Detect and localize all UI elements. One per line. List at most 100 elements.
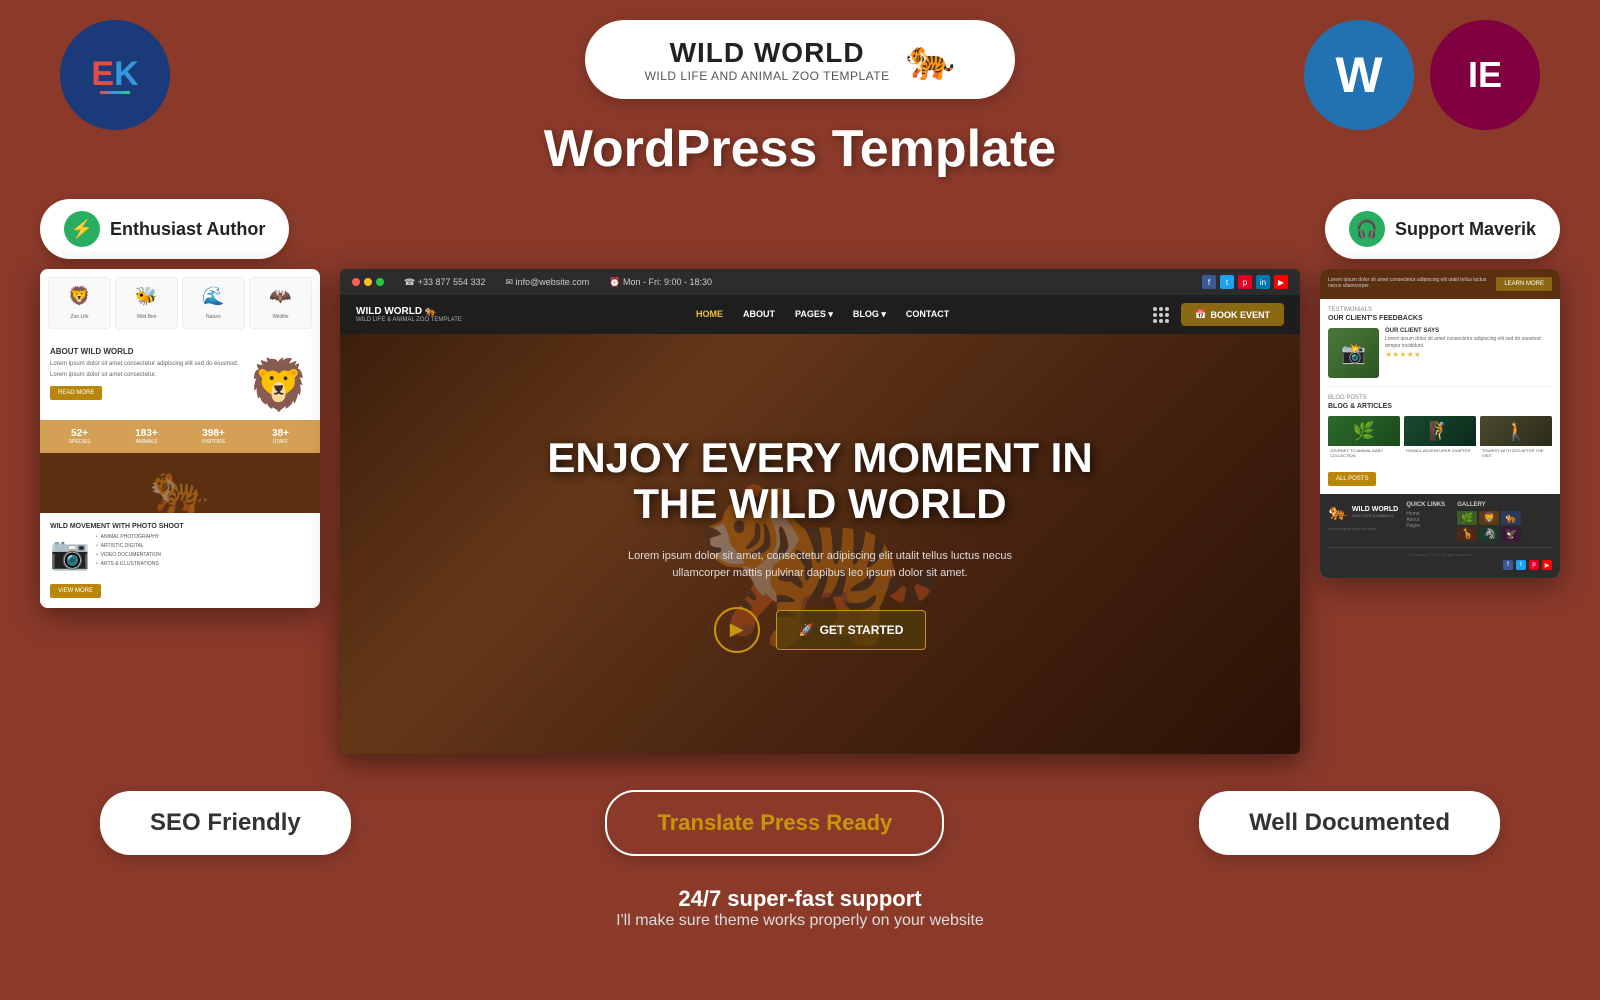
email-info: ✉ info@website.com bbox=[506, 277, 590, 288]
stat-staff: 38+ STAFF bbox=[249, 428, 312, 445]
lightning-icon: ⚡ bbox=[64, 211, 100, 247]
browser-dots bbox=[352, 278, 384, 286]
photo-section: WILD MOVEMENT WITH PHOTO SHOOT 📷 ANIMAL … bbox=[40, 513, 320, 608]
about-text: Lorem ipsum dolor sit amet consectetur a… bbox=[50, 360, 240, 368]
tiger-icon: 🐅 bbox=[906, 36, 956, 83]
nav-logo-sub: WILD LIFE & ANIMAL ZOO TEMPLATE bbox=[356, 317, 462, 323]
get-started-button[interactable]: 🚀 GET STARTED bbox=[776, 610, 927, 650]
blog-card-3: 🚶 TOURIST WITH ZOO AFTER THE VISIT bbox=[1480, 416, 1552, 460]
stat-species-label: SPECIES bbox=[48, 439, 111, 445]
view-more-button[interactable]: VIEW MORE bbox=[50, 584, 101, 598]
hero-section: 🐅 ENJOY EVERY MOMENT IN THE WILD WORLD L… bbox=[340, 334, 1300, 754]
nav-blog[interactable]: BLOG ▾ bbox=[853, 309, 886, 320]
testimonials-label: TESTIMONIALS bbox=[1328, 307, 1552, 313]
book-event-label: BOOK EVENT bbox=[1210, 310, 1270, 320]
wave-icon: 🌊 bbox=[187, 286, 240, 307]
footer-col-gallery: GALLERY 🌿 🦁 🐅 🦒 🦓 🦅 bbox=[1457, 502, 1521, 541]
right-badges: W IE bbox=[1304, 20, 1540, 130]
support-section: 24/7 super-fast support I'll make sure t… bbox=[0, 876, 1600, 940]
photo-item-4: ARTS & ILLUSTRATIONS bbox=[96, 561, 310, 567]
tiger-background-section bbox=[40, 453, 320, 513]
nav-about[interactable]: ABOUT bbox=[743, 309, 775, 320]
blog-grid: 🌿 JOURNEY TO ANIMAL BABY COLLECTION 🧗 FE… bbox=[1328, 416, 1552, 460]
elementor-icon: IE bbox=[1468, 54, 1502, 96]
translate-press-badge: Translate Press Ready bbox=[605, 790, 944, 856]
read-more-button[interactable]: READ MORE bbox=[50, 386, 102, 400]
footer-tw: t bbox=[1516, 560, 1526, 570]
website-nav: WILD WORLD 🐅 WILD LIFE & ANIMAL ZOO TEMP… bbox=[340, 295, 1300, 334]
site-sub-title: WILD LIFE AND ANIMAL ZOO TEMPLATE bbox=[645, 69, 890, 83]
hero-title-line1: ENJOY EVERY MOMENT IN bbox=[547, 435, 1092, 481]
wordpress-badge: W bbox=[1304, 20, 1414, 130]
photo-title: WILD MOVEMENT WITH PHOTO SHOOT bbox=[50, 523, 310, 530]
bee-icon: 🐝 bbox=[120, 286, 173, 307]
hours-info: ⏰ Mon - Fri: 9:00 - 18:30 bbox=[609, 277, 712, 288]
footer-social: f t p ▶ bbox=[1328, 560, 1552, 570]
footer-pt: p bbox=[1529, 560, 1539, 570]
grid-menu-icon[interactable] bbox=[1153, 307, 1169, 323]
photo-item-1: ANIMAL PHOTOGRAPHY bbox=[96, 534, 310, 540]
footer-logo-text: WILD WORLD bbox=[1352, 506, 1398, 513]
stat-visitors: 398+ VISITORS bbox=[182, 428, 245, 445]
feedback-content: 📸 OUR CLIENT SAYS Lorem ipsum dolor sit … bbox=[1328, 328, 1552, 378]
nav-home[interactable]: HOME bbox=[696, 309, 723, 320]
blog-card-image-1: 🌿 bbox=[1328, 416, 1400, 446]
social-icons: f t p in ▶ bbox=[1202, 275, 1288, 289]
support-badge: 🎧 Support Maverik bbox=[1325, 199, 1560, 259]
author-badge: ⚡ Enthusiast Author bbox=[40, 199, 289, 259]
nav-contact[interactable]: CONTACT bbox=[906, 309, 949, 320]
lion-image: 🦁 bbox=[248, 360, 310, 410]
blog-section: BLOG POSTS BLOG & ARTICLES 🌿 JOURNEY TO … bbox=[1320, 387, 1560, 494]
twitter-icon: t bbox=[1220, 275, 1234, 289]
lion-icon: 🦁 bbox=[53, 286, 106, 307]
footer-img-3: 🐅 bbox=[1501, 511, 1521, 525]
wordpress-icon: W bbox=[1335, 46, 1382, 104]
footer-gallery-title: GALLERY bbox=[1457, 502, 1521, 508]
stat-visitors-label: VISITORS bbox=[182, 439, 245, 445]
get-started-label: GET STARTED bbox=[820, 623, 904, 637]
all-posts-button[interactable]: ALL POSTS bbox=[1328, 472, 1376, 486]
minimize-dot bbox=[364, 278, 372, 286]
about-title: ABOUT WILD WORLD bbox=[50, 347, 310, 356]
blog-card-image-3: 🚶 bbox=[1480, 416, 1552, 446]
feedback-image: 📸 bbox=[1328, 328, 1379, 378]
header: EK WILD WORLD WILD LIFE AND ANIMAL ZOO T… bbox=[0, 0, 1600, 119]
headphone-icon: 🎧 bbox=[1349, 211, 1385, 247]
phone-info: ☎ +33 877 554 332 bbox=[404, 277, 486, 288]
footer-yt: ▶ bbox=[1542, 560, 1552, 570]
play-button[interactable]: ▶ bbox=[714, 607, 760, 653]
footer-img-5: 🦓 bbox=[1479, 527, 1499, 541]
page-wrapper: EK WILD WORLD WILD LIFE AND ANIMAL ZOO T… bbox=[0, 0, 1600, 1000]
hero-subtitle: Lorem ipsum dolor sit amet, consectetur … bbox=[620, 548, 1020, 583]
feedback-section: TESTIMONIALS OUR CLIENT'S FEEDBACKS 📸 OU… bbox=[1320, 299, 1560, 386]
blog-card-text-1: JOURNEY TO ANIMAL BABY COLLECTION bbox=[1328, 446, 1400, 460]
hero-buttons: ▶ 🚀 GET STARTED bbox=[547, 607, 1092, 653]
support-label: Support Maverik bbox=[1395, 219, 1536, 240]
left-preview: 🦁 Zoo Life 🐝 Wild Bee 🌊 Nature 🦇 Wildlif… bbox=[40, 269, 320, 608]
articles-label: BLOG POSTS bbox=[1328, 395, 1552, 401]
footer-images: 🌿 🦁 🐅 🦒 🦓 🦅 bbox=[1457, 511, 1521, 541]
seo-friendly-badge: SEO Friendly bbox=[100, 791, 351, 855]
rocket-icon: 🚀 bbox=[799, 623, 814, 637]
icon-cell-wave: 🌊 Nature bbox=[182, 277, 245, 329]
footer-tiger-icon: 🐅 bbox=[1328, 502, 1348, 522]
footer-about-text: Lorem ipsum dolor sit amet. bbox=[1328, 526, 1398, 531]
icon-cell-bee: 🐝 Wild Bee bbox=[115, 277, 178, 329]
book-event-button[interactable]: 📅 BOOK EVENT bbox=[1181, 303, 1284, 326]
main-content: 🦁 Zoo Life 🐝 Wild Bee 🌊 Nature 🦇 Wildlif… bbox=[0, 269, 1600, 754]
footer-col-quick: QUICK LINKS Home About Pages bbox=[1406, 502, 1445, 541]
icons-row: 🦁 Zoo Life 🐝 Wild Bee 🌊 Nature 🦇 Wildlif… bbox=[40, 269, 320, 337]
left-logo-badge: EK bbox=[60, 20, 170, 130]
right-footer: 🐅 WILD WORLD WILD LIFE & ANIMALS Lorem i… bbox=[1320, 494, 1560, 578]
footer-img-6: 🦅 bbox=[1501, 527, 1521, 541]
stat-visitors-number: 398+ bbox=[182, 428, 245, 439]
support-title: 24/7 super-fast support bbox=[10, 886, 1590, 912]
footer-link-3: Pages bbox=[1406, 523, 1445, 529]
learn-more-button[interactable]: LEARN MORE bbox=[1496, 277, 1552, 291]
site-logo-nav: WILD WORLD 🐅 WILD LIFE & ANIMAL ZOO TEMP… bbox=[356, 306, 462, 323]
nav-pages[interactable]: PAGES ▾ bbox=[795, 309, 833, 320]
bottom-features: SEO Friendly Translate Press Ready Well … bbox=[0, 770, 1600, 876]
stats-bar: 52+ SPECIES 183+ ANIMALS 398+ VISITORS 3… bbox=[40, 420, 320, 453]
author-label: Enthusiast Author bbox=[110, 219, 265, 240]
footer-img-2: 🦁 bbox=[1479, 511, 1499, 525]
